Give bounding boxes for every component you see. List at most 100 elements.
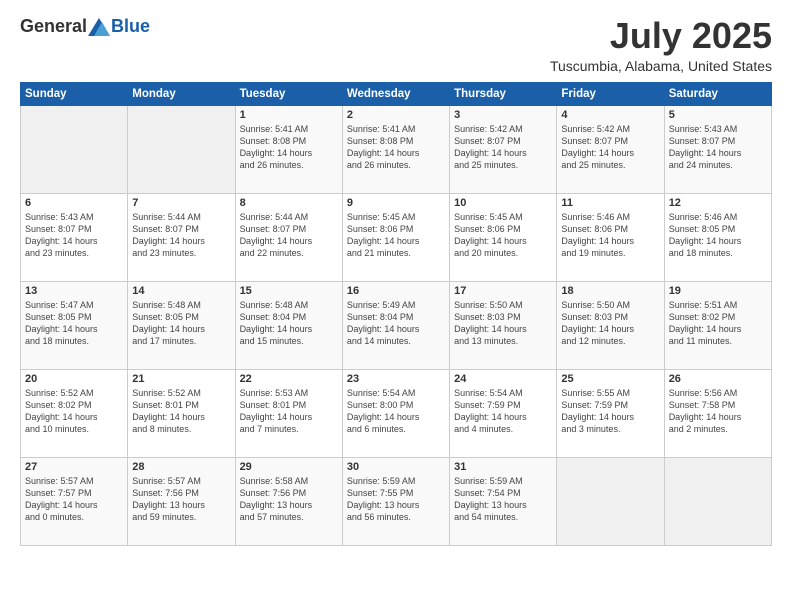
table-row: 25 Sunrise: 5:55 AM Sunset: 7:59 PM Dayli…: [557, 369, 664, 457]
day-content: Sunrise: 5:42 AM Sunset: 8:07 PM Dayligh…: [561, 123, 659, 172]
day-number: 18: [561, 285, 659, 297]
day-number: 13: [25, 285, 123, 297]
day-number: 9: [347, 197, 445, 209]
header-thursday: Thursday: [450, 82, 557, 105]
table-row: 31Sunrise: 5:59 AM Sunset: 7:54 PM Dayli…: [450, 457, 557, 545]
day-number: 2: [347, 109, 445, 121]
header: General Blue July 2025 Tuscumbia, Alabam…: [20, 16, 772, 74]
table-row: 27Sunrise: 5:57 AM Sunset: 7:57 PM Dayli…: [21, 457, 128, 545]
day-content: Sunrise: 5:55 AM Sunset: 7:59 PM Dayligh…: [561, 387, 659, 436]
day-content: Sunrise: 5:52 AM Sunset: 8:01 PM Dayligh…: [132, 387, 230, 436]
table-row: 26 Sunrise: 5:56 AM Sunset: 7:58 PM Dayli…: [664, 369, 771, 457]
day-number: 4: [561, 109, 659, 121]
day-number: 20: [25, 373, 123, 385]
calendar-week-row: 6Sunrise: 5:43 AM Sunset: 8:07 PM Daylig…: [21, 193, 772, 281]
table-row: 29Sunrise: 5:58 AM Sunset: 7:56 PM Dayli…: [235, 457, 342, 545]
table-row: 16 Sunrise: 5:49 AM Sunset: 8:04 PM Dayli…: [342, 281, 449, 369]
day-number: 23: [347, 373, 445, 385]
table-row: 24Sunrise: 5:54 AM Sunset: 7:59 PM Dayli…: [450, 369, 557, 457]
logo-blue-text: Blue: [111, 16, 150, 37]
table-row: 3 Sunrise: 5:42 AM Sunset: 8:07 PM Daylig…: [450, 105, 557, 193]
day-content: Sunrise: 5:48 AM Sunset: 8:04 PM Dayligh…: [240, 299, 338, 348]
logo-icon: [88, 18, 110, 36]
day-number: 16: [347, 285, 445, 297]
table-row: 7Sunrise: 5:44 AM Sunset: 8:07 PM Daylig…: [128, 193, 235, 281]
location: Tuscumbia, Alabama, United States: [550, 58, 772, 74]
day-number: 12: [669, 197, 767, 209]
day-number: 31: [454, 461, 552, 473]
day-content: Sunrise: 5:52 AM Sunset: 8:02 PM Dayligh…: [25, 387, 123, 436]
table-row: [557, 457, 664, 545]
header-sunday: Sunday: [21, 82, 128, 105]
day-content: Sunrise: 5:42 AM Sunset: 8:07 PM Dayligh…: [454, 123, 552, 172]
day-number: 10: [454, 197, 552, 209]
day-content: Sunrise: 5:47 AM Sunset: 8:05 PM Dayligh…: [25, 299, 123, 348]
calendar-table: Sunday Monday Tuesday Wednesday Thursday…: [20, 82, 772, 546]
day-number: 25: [561, 373, 659, 385]
month-title: July 2025: [550, 16, 772, 56]
table-row: 9 Sunrise: 5:45 AM Sunset: 8:06 PM Daylig…: [342, 193, 449, 281]
calendar-week-row: 1Sunrise: 5:41 AM Sunset: 8:08 PM Daylig…: [21, 105, 772, 193]
day-content: Sunrise: 5:45 AM Sunset: 8:06 PM Dayligh…: [347, 211, 445, 260]
day-number: 15: [240, 285, 338, 297]
day-content: Sunrise: 5:41 AM Sunset: 8:08 PM Dayligh…: [240, 123, 338, 172]
day-content: Sunrise: 5:50 AM Sunset: 8:03 PM Dayligh…: [561, 299, 659, 348]
table-row: 22 Sunrise: 5:53 AM Sunset: 8:01 PM Dayli…: [235, 369, 342, 457]
header-tuesday: Tuesday: [235, 82, 342, 105]
table-row: 17Sunrise: 5:50 AM Sunset: 8:03 PM Dayli…: [450, 281, 557, 369]
table-row: 14Sunrise: 5:48 AM Sunset: 8:05 PM Dayli…: [128, 281, 235, 369]
day-content: Sunrise: 5:43 AM Sunset: 8:07 PM Dayligh…: [25, 211, 123, 260]
calendar-week-row: 20 Sunrise: 5:52 AM Sunset: 8:02 PM Dayli…: [21, 369, 772, 457]
day-content: Sunrise: 5:43 AM Sunset: 8:07 PM Dayligh…: [669, 123, 767, 172]
day-number: 30: [347, 461, 445, 473]
day-content: Sunrise: 5:44 AM Sunset: 8:07 PM Dayligh…: [240, 211, 338, 260]
table-row: [21, 105, 128, 193]
day-number: 14: [132, 285, 230, 297]
table-row: 28Sunrise: 5:57 AM Sunset: 7:56 PM Dayli…: [128, 457, 235, 545]
day-content: Sunrise: 5:46 AM Sunset: 8:05 PM Dayligh…: [669, 211, 767, 260]
day-content: Sunrise: 5:59 AM Sunset: 7:55 PM Dayligh…: [347, 475, 445, 524]
table-row: 1Sunrise: 5:41 AM Sunset: 8:08 PM Daylig…: [235, 105, 342, 193]
table-row: 11 Sunrise: 5:46 AM Sunset: 8:06 PM Dayli…: [557, 193, 664, 281]
day-number: 8: [240, 197, 338, 209]
day-number: 24: [454, 373, 552, 385]
day-content: Sunrise: 5:49 AM Sunset: 8:04 PM Dayligh…: [347, 299, 445, 348]
day-number: 3: [454, 109, 552, 121]
header-saturday: Saturday: [664, 82, 771, 105]
day-number: 29: [240, 461, 338, 473]
table-row: 6Sunrise: 5:43 AM Sunset: 8:07 PM Daylig…: [21, 193, 128, 281]
header-friday: Friday: [557, 82, 664, 105]
day-number: 5: [669, 109, 767, 121]
table-row: 10Sunrise: 5:45 AM Sunset: 8:06 PM Dayli…: [450, 193, 557, 281]
table-row: 4 Sunrise: 5:42 AM Sunset: 8:07 PM Daylig…: [557, 105, 664, 193]
table-row: 20 Sunrise: 5:52 AM Sunset: 8:02 PM Dayli…: [21, 369, 128, 457]
header-monday: Monday: [128, 82, 235, 105]
logo-general-text: General: [20, 16, 87, 37]
table-row: 12 Sunrise: 5:46 AM Sunset: 8:05 PM Dayli…: [664, 193, 771, 281]
day-content: Sunrise: 5:57 AM Sunset: 7:56 PM Dayligh…: [132, 475, 230, 524]
table-row: 5 Sunrise: 5:43 AM Sunset: 8:07 PM Daylig…: [664, 105, 771, 193]
calendar-header-row: Sunday Monday Tuesday Wednesday Thursday…: [21, 82, 772, 105]
day-number: 19: [669, 285, 767, 297]
day-content: Sunrise: 5:46 AM Sunset: 8:06 PM Dayligh…: [561, 211, 659, 260]
table-row: [128, 105, 235, 193]
day-content: Sunrise: 5:51 AM Sunset: 8:02 PM Dayligh…: [669, 299, 767, 348]
day-number: 11: [561, 197, 659, 209]
day-number: 27: [25, 461, 123, 473]
logo: General Blue: [20, 16, 150, 37]
day-content: Sunrise: 5:54 AM Sunset: 8:00 PM Dayligh…: [347, 387, 445, 436]
header-wednesday: Wednesday: [342, 82, 449, 105]
calendar-week-row: 13 Sunrise: 5:47 AM Sunset: 8:05 PM Dayli…: [21, 281, 772, 369]
day-content: Sunrise: 5:53 AM Sunset: 8:01 PM Dayligh…: [240, 387, 338, 436]
table-row: 19 Sunrise: 5:51 AM Sunset: 8:02 PM Dayli…: [664, 281, 771, 369]
day-number: 22: [240, 373, 338, 385]
title-block: July 2025 Tuscumbia, Alabama, United Sta…: [550, 16, 772, 74]
table-row: 21Sunrise: 5:52 AM Sunset: 8:01 PM Dayli…: [128, 369, 235, 457]
table-row: [664, 457, 771, 545]
day-content: Sunrise: 5:50 AM Sunset: 8:03 PM Dayligh…: [454, 299, 552, 348]
table-row: 2Sunrise: 5:41 AM Sunset: 8:08 PM Daylig…: [342, 105, 449, 193]
day-number: 26: [669, 373, 767, 385]
day-content: Sunrise: 5:56 AM Sunset: 7:58 PM Dayligh…: [669, 387, 767, 436]
page: General Blue July 2025 Tuscumbia, Alabam…: [0, 0, 792, 612]
table-row: 15 Sunrise: 5:48 AM Sunset: 8:04 PM Dayli…: [235, 281, 342, 369]
